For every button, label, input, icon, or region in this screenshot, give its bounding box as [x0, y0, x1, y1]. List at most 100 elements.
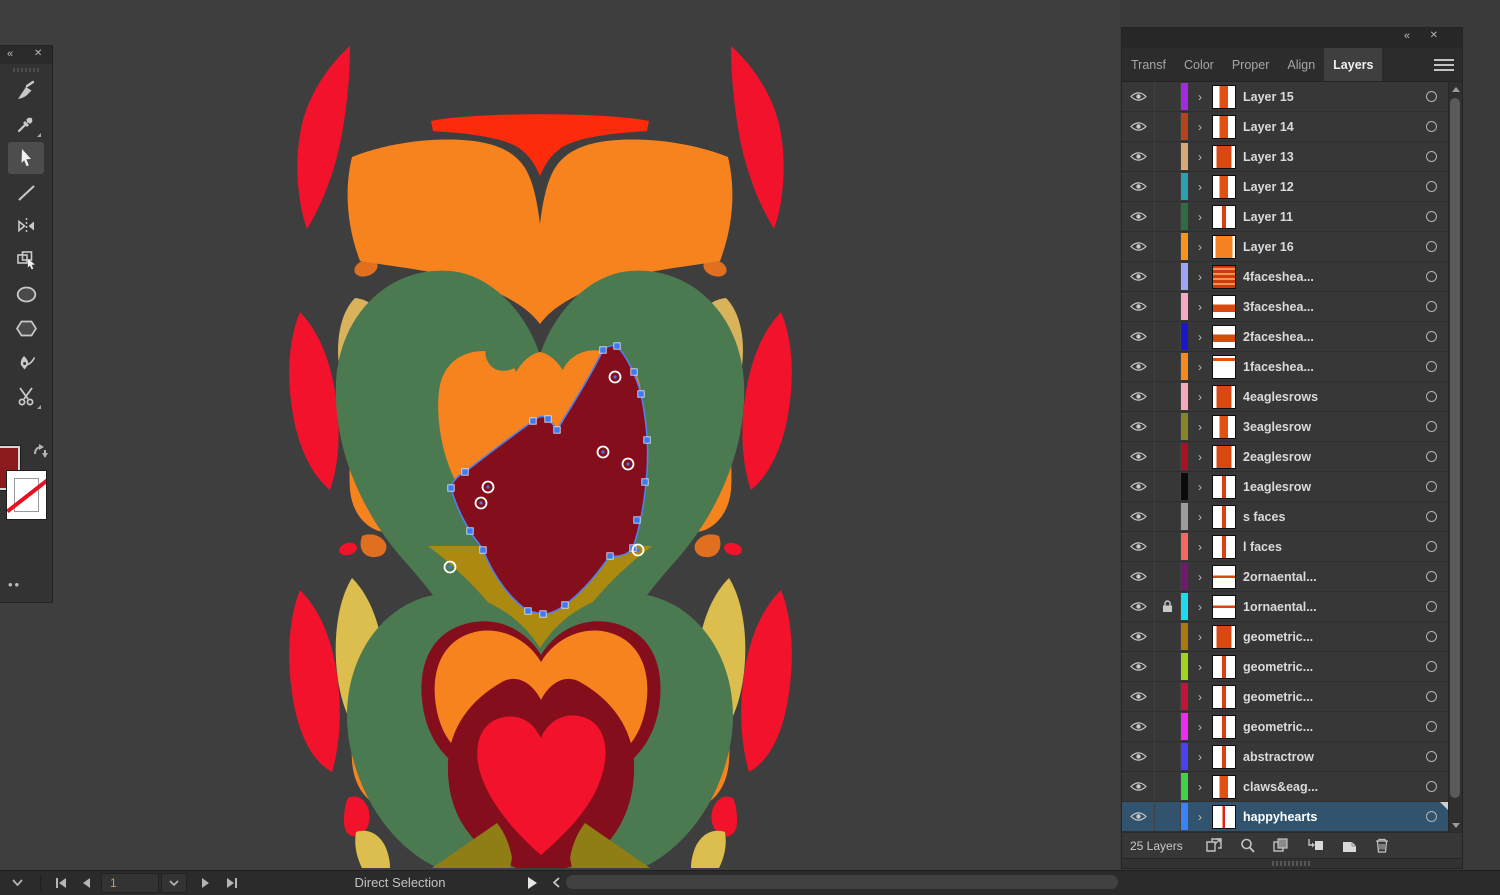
locate-object-icon[interactable] [1240, 838, 1255, 853]
stroke-none-swatch[interactable] [6, 470, 47, 520]
first-artboard-button[interactable] [47, 871, 73, 895]
layer-name[interactable]: Layer 11 [1243, 210, 1418, 224]
visibility-eye-icon[interactable] [1122, 232, 1155, 261]
lock-toggle[interactable] [1155, 472, 1181, 501]
layer-thumbnail[interactable] [1212, 534, 1236, 559]
expand-chevron-icon[interactable]: › [1188, 780, 1212, 794]
layer-thumbnail[interactable] [1212, 444, 1236, 469]
lock-toggle[interactable] [1155, 502, 1181, 531]
previous-artboard-button[interactable] [73, 871, 99, 895]
lock-toggle[interactable] [1155, 442, 1181, 471]
tab-proper[interactable]: Proper [1223, 48, 1279, 81]
close-panel-icon[interactable]: ✕ [1430, 30, 1438, 41]
pen-tool[interactable] [8, 346, 44, 378]
layer-row[interactable]: › claws&eag... [1122, 772, 1462, 802]
layer-row[interactable]: › s faces [1122, 502, 1462, 532]
layer-name[interactable]: 2eaglesrow [1243, 450, 1418, 464]
layer-name[interactable]: 1faceshea... [1243, 360, 1418, 374]
layer-name[interactable]: 4faceshea... [1243, 270, 1418, 284]
layer-thumbnail[interactable] [1212, 144, 1236, 169]
lock-toggle[interactable] [1155, 202, 1181, 231]
expand-chevron-icon[interactable]: › [1188, 240, 1212, 254]
scissors-tool[interactable] [8, 380, 44, 412]
lock-toggle[interactable] [1155, 712, 1181, 741]
layer-row[interactable]: › abstractrow [1122, 742, 1462, 772]
lock-toggle[interactable] [1155, 82, 1181, 111]
layer-row[interactable]: › 1ornaental... [1122, 592, 1462, 622]
layer-name[interactable]: 4eaglesrows [1243, 390, 1418, 404]
layer-row[interactable]: › 4faceshea... [1122, 262, 1462, 292]
target-circle-icon[interactable] [1418, 301, 1444, 312]
expand-chevron-icon[interactable]: › [1188, 390, 1212, 404]
visibility-eye-icon[interactable] [1122, 322, 1155, 351]
layer-thumbnail[interactable] [1212, 384, 1236, 409]
layer-name[interactable]: abstractrow [1243, 750, 1418, 764]
layer-thumbnail[interactable] [1212, 594, 1236, 619]
visibility-eye-icon[interactable] [1122, 112, 1155, 141]
lock-toggle[interactable] [1155, 412, 1181, 441]
expand-chevron-icon[interactable]: › [1188, 180, 1212, 194]
selection-tool[interactable] [8, 142, 44, 174]
layer-thumbnail[interactable] [1212, 234, 1236, 259]
target-circle-icon[interactable] [1418, 151, 1444, 162]
visibility-eye-icon[interactable] [1122, 622, 1155, 651]
layer-name[interactable]: claws&eag... [1243, 780, 1418, 794]
expand-chevron-icon[interactable]: › [1188, 150, 1212, 164]
layer-name[interactable]: Layer 16 [1243, 240, 1418, 254]
target-circle-icon[interactable] [1418, 691, 1444, 702]
visibility-eye-icon[interactable] [1122, 532, 1155, 561]
expand-chevron-icon[interactable]: › [1188, 510, 1212, 524]
layer-name[interactable]: 2ornaental... [1243, 570, 1418, 584]
expand-chevron-icon[interactable]: › [1188, 660, 1212, 674]
target-circle-icon[interactable] [1418, 121, 1444, 132]
visibility-eye-icon[interactable] [1122, 82, 1155, 111]
zoom-dropdown-icon[interactable] [0, 871, 34, 895]
layer-row[interactable]: › 1faceshea... [1122, 352, 1462, 382]
close-panel-icon[interactable]: ✕ [34, 48, 42, 59]
line-segment-tool[interactable] [8, 176, 44, 208]
layer-thumbnail[interactable] [1212, 474, 1236, 499]
expand-chevron-icon[interactable]: › [1188, 330, 1212, 344]
lock-toggle[interactable] [1155, 652, 1181, 681]
target-circle-icon[interactable] [1418, 751, 1444, 762]
expand-chevron-icon[interactable]: › [1188, 690, 1212, 704]
expand-chevron-icon[interactable]: › [1188, 480, 1212, 494]
expand-chevron-icon[interactable]: › [1188, 720, 1212, 734]
panel-resize-grip[interactable] [1122, 858, 1462, 868]
layer-row[interactable]: › Layer 16 [1122, 232, 1462, 262]
layer-thumbnail[interactable] [1212, 654, 1236, 679]
layer-row[interactable]: › Layer 11 [1122, 202, 1462, 232]
target-circle-icon[interactable] [1418, 571, 1444, 582]
swap-fill-stroke-icon[interactable] [32, 444, 48, 463]
layer-row[interactable]: › 3eaglesrow [1122, 412, 1462, 442]
lock-toggle[interactable] [1155, 142, 1181, 171]
expand-chevron-icon[interactable]: › [1188, 120, 1212, 134]
new-sublayer-icon[interactable] [1307, 838, 1324, 853]
layer-row[interactable]: › Layer 14 [1122, 112, 1462, 142]
visibility-eye-icon[interactable] [1122, 202, 1155, 231]
visibility-eye-icon[interactable] [1122, 502, 1155, 531]
target-circle-icon[interactable] [1418, 271, 1444, 282]
last-artboard-button[interactable] [219, 871, 245, 895]
expand-chevron-icon[interactable]: › [1188, 750, 1212, 764]
target-circle-icon[interactable] [1418, 781, 1444, 792]
layer-name[interactable]: Layer 14 [1243, 120, 1418, 134]
lock-toggle[interactable] [1155, 352, 1181, 381]
target-circle-icon[interactable] [1418, 451, 1444, 462]
tab-layers[interactable]: Layers [1324, 48, 1383, 81]
target-circle-icon[interactable] [1418, 721, 1444, 732]
target-circle-icon[interactable] [1418, 601, 1444, 612]
panel-menu-icon[interactable] [1434, 56, 1454, 72]
target-circle-icon[interactable] [1418, 481, 1444, 492]
layer-thumbnail[interactable] [1212, 564, 1236, 589]
artboard-number-input[interactable]: 1 [101, 872, 159, 893]
layer-name[interactable]: happyhearts [1243, 810, 1418, 824]
target-circle-icon[interactable] [1418, 511, 1444, 522]
visibility-eye-icon[interactable] [1122, 562, 1155, 591]
layer-name[interactable]: geometric... [1243, 660, 1418, 674]
target-circle-icon[interactable] [1418, 661, 1444, 672]
tab-transf[interactable]: Transf [1122, 48, 1175, 81]
lock-toggle[interactable] [1155, 562, 1181, 591]
visibility-eye-icon[interactable] [1122, 652, 1155, 681]
layer-thumbnail[interactable] [1212, 84, 1236, 109]
